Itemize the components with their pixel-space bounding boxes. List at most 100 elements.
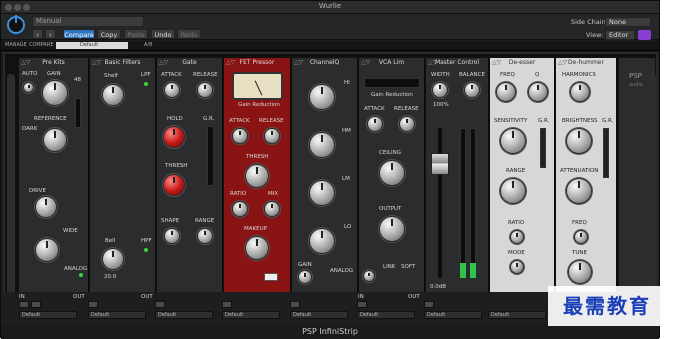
copy-button[interactable]: Copy [97,29,121,39]
redo-button[interactable]: Redo [177,29,201,39]
deesser-range-label: RANGE [506,168,526,174]
hpf-label: HPF [141,238,152,244]
plugin-name-bar: PSP InfiniStrip [1,324,659,339]
bell-knob[interactable] [102,248,124,270]
wide-knob[interactable] [35,238,59,262]
width-knob[interactable] [432,82,448,98]
vca-link-label: LINK [383,264,396,270]
makeup-knob[interactable] [245,236,269,260]
manage-button[interactable]: MANAGE [5,42,27,48]
fet-release-knob[interactable] [264,128,280,144]
compare-button[interactable]: Compare [63,29,95,39]
footer-toggle[interactable] [290,301,300,308]
output-knob[interactable] [379,216,405,242]
attenuation-knob[interactable] [566,178,592,204]
harmonics-label: HARMONICS [562,72,596,78]
ratio-knob[interactable] [232,201,248,217]
dehummer-gr-label: G.R. [602,118,614,124]
footer-toggle[interactable] [357,301,367,308]
module-title: Gate [182,59,197,66]
preset-select-3[interactable]: Default [155,311,213,319]
vca-attack-knob[interactable] [367,116,383,132]
deesser-ratio-label: RATIO [508,220,525,226]
footer-toggle[interactable] [31,301,41,308]
preset-select-1[interactable]: Default [19,311,77,319]
hold-knob[interactable] [163,126,185,148]
hi-knob[interactable] [309,84,335,110]
gain-knob[interactable] [42,80,68,106]
power-icon[interactable] [7,15,25,34]
fader-track [438,128,442,278]
footer-toggle[interactable] [222,301,232,308]
brightness-knob[interactable] [566,128,592,154]
hpf-led-icon[interactable] [144,248,148,252]
lm-knob[interactable] [309,180,335,206]
plugin-bar: MANAGE COMPARE Default A/B [1,41,659,51]
vca-hpf-knob[interactable] [363,270,375,282]
preset-select-8[interactable]: Default [488,311,546,319]
mode-knob[interactable] [510,260,524,274]
range-label: RANGE [195,218,215,224]
fet-thresh-knob[interactable] [245,164,269,188]
hm-knob[interactable] [309,132,335,158]
preset-select-7[interactable]: Default [424,311,482,319]
master-fader-handle[interactable] [431,153,449,175]
preset-select-2[interactable]: Default [88,311,146,319]
next-preset-button[interactable]: › [45,29,56,39]
deesser-q-knob[interactable] [528,82,548,102]
preset-dropdown[interactable]: Manual [32,16,144,27]
prev-preset-button[interactable]: ‹ [32,29,43,39]
undo-button[interactable]: Undo [151,29,175,39]
master-meter-right [470,128,476,278]
shelf-knob[interactable] [102,84,124,106]
footer-toggle[interactable] [424,301,434,308]
ceiling-knob[interactable] [379,160,405,186]
ceiling-label: CEILING [379,150,401,156]
analog-led-icon[interactable] [79,273,83,277]
thresh-label: THRESH [165,163,188,169]
dehummer-freq-label: FREQ [572,220,587,226]
dehummer-freq-knob[interactable] [574,230,588,244]
gate-thresh-knob[interactable] [163,174,185,196]
gate-release-knob[interactable] [197,82,213,98]
balance-knob[interactable] [464,82,480,98]
deesser-freq-knob[interactable] [496,82,516,102]
mix-knob[interactable] [264,201,280,217]
range-knob[interactable] [197,228,213,244]
lpf-led-icon[interactable] [144,82,148,86]
compare-mini-button[interactable]: COMPARE [29,42,54,48]
link-icon[interactable] [638,30,651,40]
vca-release-knob[interactable] [399,116,415,132]
eq-gain-knob[interactable] [298,270,312,284]
fet-attack-knob[interactable] [232,128,248,144]
sensitivity-label: SENSITIVITY [494,118,528,124]
preset-select-4[interactable]: Default [222,311,280,319]
view-dropdown[interactable]: Editor [605,30,635,40]
attenuation-label: ATTENUATION [560,168,599,174]
link-switch[interactable] [264,273,278,281]
footer-toggle[interactable] [88,301,98,308]
gr-vu-meter [232,72,283,100]
dehummer-gr-meter [603,128,609,178]
deesser-ratio-knob[interactable] [510,230,524,244]
drive-knob[interactable] [35,196,57,218]
lo-knob[interactable] [309,228,335,254]
shape-knob[interactable] [164,228,180,244]
ab-button[interactable]: A/B [144,42,153,48]
tune-knob[interactable] [568,260,592,284]
gate-attack-knob[interactable] [164,82,180,98]
deesser-range-knob[interactable] [500,178,526,204]
footer-toggle[interactable] [19,301,29,308]
sensitivity-knob[interactable] [500,128,526,154]
gate-gr-meter [207,126,214,186]
auto-knob[interactable] [23,82,34,93]
reference-knob[interactable] [43,128,67,152]
preset-select-5[interactable]: Default [290,311,348,319]
footer-toggle[interactable] [155,301,165,308]
paste-button[interactable]: Paste [124,29,148,39]
plugin-preset-field[interactable]: Default [56,42,128,49]
module-title: Pre Kits [42,59,65,66]
harmonics-knob[interactable] [570,82,590,102]
preset-select-6[interactable]: Default [357,311,415,319]
sidechain-dropdown[interactable]: None [605,17,651,27]
